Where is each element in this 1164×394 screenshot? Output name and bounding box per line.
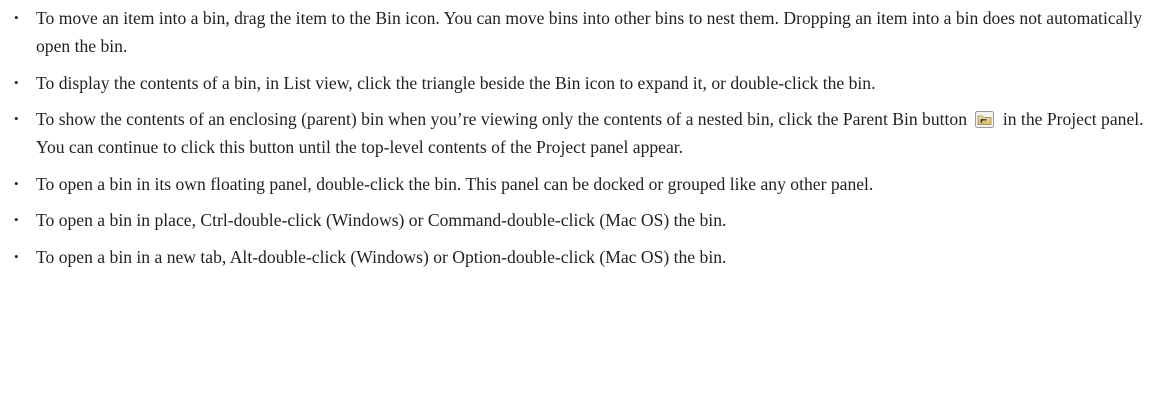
bullet-marker: • bbox=[14, 10, 19, 25]
parent-bin-icon bbox=[975, 111, 995, 128]
bullet-marker: • bbox=[14, 248, 19, 264]
bullet-marker: • bbox=[14, 111, 19, 126]
bullet-marker: • bbox=[14, 74, 19, 90]
list-item-text: To open a bin in its own floating panel,… bbox=[36, 173, 874, 194]
list-item-text: To open a bin in a new tab, Alt-double-c… bbox=[36, 246, 727, 267]
bullet-list: • To move an item into a bin, drag the i… bbox=[0, 4, 1164, 271]
list-item-text: To display the contents of a bin, in Lis… bbox=[36, 72, 876, 93]
bullet-marker: • bbox=[14, 212, 19, 227]
bullet-marker: • bbox=[14, 175, 19, 191]
list-item: • To open a bin in place, Ctrl-double-cl… bbox=[0, 206, 1164, 234]
list-item: • To show the contents of an enclosing (… bbox=[0, 105, 1164, 161]
list-item: • To display the contents of a bin, in L… bbox=[0, 69, 1164, 97]
list-item-text: To show the contents of an enclosing (pa… bbox=[36, 109, 968, 129]
list-item: • To open a bin in a new tab, Alt-double… bbox=[0, 243, 1164, 271]
list-item-text: To move an item into a bin, drag the ite… bbox=[36, 8, 1143, 56]
list-item: • To open a bin in its own floating pane… bbox=[0, 170, 1164, 198]
document-body: • To move an item into a bin, drag the i… bbox=[0, 0, 1164, 271]
list-item-text: To open a bin in place, Ctrl-double-clic… bbox=[36, 210, 727, 230]
list-item: • To move an item into a bin, drag the i… bbox=[0, 4, 1164, 60]
